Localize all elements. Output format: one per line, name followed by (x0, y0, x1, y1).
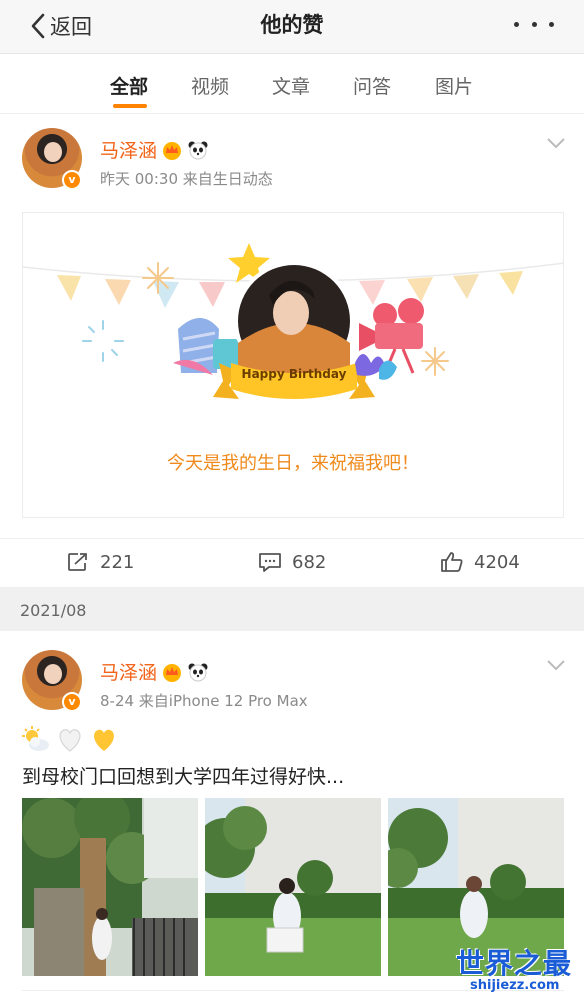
post-text: 到母校门口回想到大学四年过得好快... (22, 766, 345, 788)
tab-article[interactable]: 文章 (272, 72, 310, 99)
like-button[interactable]: 4204 (440, 551, 520, 573)
chevron-down-icon[interactable] (546, 658, 566, 672)
tab-bar: 全部 视频 文章 问答 图片 (0, 56, 584, 114)
thumbs-up-icon (441, 552, 463, 572)
post-username-row: 马泽涵 (100, 658, 209, 685)
date-separator-label: 2021/08 (20, 601, 87, 620)
birthday-card[interactable]: Happy Birthday 今天是我的生日，来祝福我吧！ (22, 212, 564, 518)
panda-icon (188, 663, 208, 681)
verified-badge-icon: v (62, 170, 82, 190)
crown-icon (163, 663, 182, 682)
tab-qa[interactable]: 问答 (353, 72, 391, 99)
watermark-sub: shijiezz.com (470, 978, 560, 993)
more-dot-icon (549, 21, 554, 27)
birthday-banner-text: Happy Birthday (241, 367, 347, 381)
birthday-message: 今天是我的生日，来祝福我吧！ (167, 453, 419, 474)
white-heart-icon (56, 726, 84, 754)
repost-count: 221 (100, 551, 135, 573)
repost-icon (68, 553, 87, 571)
comment-button[interactable]: 682 (258, 551, 326, 573)
post-photo[interactable] (22, 798, 198, 976)
repost-button[interactable]: 221 (66, 551, 134, 573)
page: 返回 他的赞 全部 视频 文章 问答 图片 v 马泽涵 昨天 00:30 来自生… (0, 0, 584, 1000)
post-username-row: 马泽涵 (100, 136, 209, 163)
watermark-logo: 世界之最 shijiezz.com (456, 942, 574, 998)
tab-all[interactable]: 全部 (110, 72, 148, 99)
post-photo[interactable] (205, 798, 381, 976)
tab-images[interactable]: 图片 (435, 72, 473, 99)
page-title: 他的赞 (260, 13, 324, 37)
active-tab-indicator (113, 104, 147, 108)
panda-icon (188, 141, 208, 159)
post-meta: 昨天 00:30 来自生日动态 (100, 170, 273, 188)
like-count: 4204 (474, 551, 520, 573)
yellow-heart-icon (90, 726, 118, 754)
watermark-main: 世界之最 (456, 947, 573, 980)
sun-cloud-icon (22, 726, 50, 754)
date-separator: 2021/08 (0, 587, 584, 631)
emoji-row (22, 726, 118, 754)
post-meta: 8-24 来自iPhone 12 Pro Max (100, 692, 308, 710)
comment-count: 682 (292, 551, 327, 573)
chevron-down-icon[interactable] (546, 136, 566, 150)
username[interactable]: 马泽涵 (100, 136, 157, 163)
comment-icon (259, 553, 281, 572)
top-nav-bar: 返回 他的赞 (0, 0, 584, 54)
username[interactable]: 马泽涵 (100, 658, 157, 685)
post-actions-bar: 221 682 4204 (0, 538, 584, 586)
verified-badge-icon: v (62, 692, 82, 712)
more-options-button[interactable] (514, 14, 554, 34)
tab-video[interactable]: 视频 (191, 72, 229, 99)
more-dot-icon (531, 21, 537, 27)
more-dot-icon (514, 21, 519, 27)
crown-icon (163, 141, 182, 160)
birthday-illustration (23, 243, 563, 399)
